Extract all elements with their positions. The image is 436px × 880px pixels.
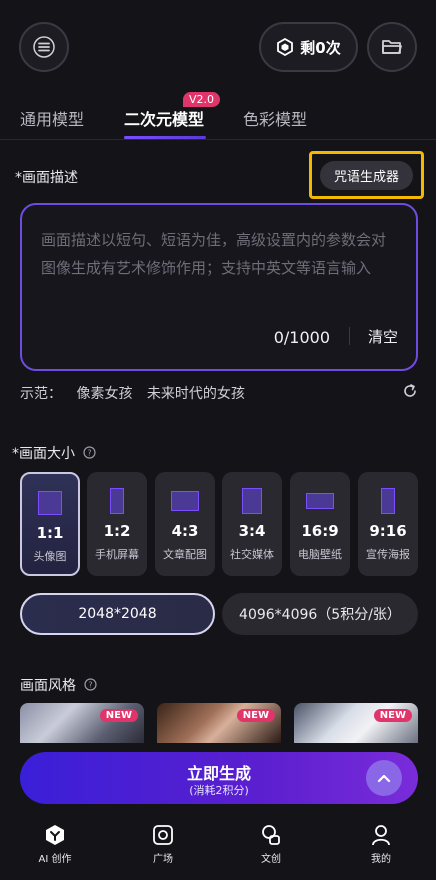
size-label: 电脑壁纸	[298, 548, 342, 561]
help-icon[interactable]: ?	[83, 446, 97, 459]
size-ratio: 9:16	[369, 522, 407, 540]
size-option-4-3[interactable]: 4:3 文章配图	[155, 472, 215, 576]
resolution-2048-button[interactable]: 2048*2048	[20, 593, 215, 635]
top-bar: 剩0次	[0, 0, 436, 92]
example-chip[interactable]: 未来时代的女孩	[147, 386, 245, 402]
ratio-preview-icon	[171, 486, 199, 516]
bottom-nav: AI 创作 广场 文创 我的	[0, 814, 436, 880]
menu-icon	[33, 36, 55, 58]
character-counter: 0/1000	[273, 328, 330, 347]
style-title-label: 画面风格	[20, 678, 76, 694]
nav-label: 广场	[153, 854, 173, 865]
creative-icon	[262, 825, 280, 845]
nav-item-creative[interactable]: 文创	[236, 824, 306, 865]
chevron-up-icon	[377, 774, 391, 783]
profile-icon	[372, 825, 390, 846]
new-badge: NEW	[236, 709, 275, 722]
prompt-section-title: *画面描述	[15, 170, 78, 186]
prompt-placeholder: 画面描述以短句、短语为佳，高级设置内的参数会对图像生成有艺术修饰作用；支持中英文…	[41, 231, 387, 277]
size-option-16-9[interactable]: 16:9 电脑壁纸	[290, 472, 350, 576]
size-option-1-1[interactable]: 1:1 头像图	[20, 472, 80, 576]
help-icon[interactable]: ?	[84, 678, 98, 691]
new-badge: NEW	[99, 709, 138, 722]
nav-item-ai-create[interactable]: AI 创作	[20, 824, 90, 865]
ai-create-icon	[46, 825, 64, 845]
size-label: 社交媒体	[230, 548, 274, 561]
active-tab-indicator	[124, 136, 206, 139]
examples-label: 示范：	[20, 386, 62, 402]
square-icon	[153, 825, 173, 845]
credit-hexagon-icon	[277, 38, 294, 56]
svg-text:?: ?	[88, 449, 92, 458]
spell-generator-button[interactable]: 咒语生成器	[319, 160, 413, 190]
style-section-title: 画面风格 ?	[20, 675, 98, 695]
tab-anime-model[interactable]: 二次元模型	[124, 106, 204, 130]
style-thumb-3[interactable]: NEW	[294, 703, 418, 743]
version-badge: V2.0	[183, 92, 221, 107]
ratio-preview-icon	[242, 486, 262, 516]
svg-text:?: ?	[89, 681, 93, 690]
size-section-title: *画面大小 ?	[12, 443, 97, 463]
nav-item-square[interactable]: 广场	[128, 824, 198, 865]
folder-icon	[382, 40, 402, 54]
nav-label: AI 创作	[38, 854, 72, 865]
size-ratio: 16:9	[301, 522, 339, 540]
ratio-preview-icon	[38, 488, 62, 518]
size-label: 宣传海报	[366, 548, 410, 561]
generate-cost: (消耗2积分)	[189, 784, 249, 797]
size-option-3-4[interactable]: 3:4 社交媒体	[222, 472, 282, 576]
style-thumb-2[interactable]: NEW	[157, 703, 281, 743]
prompt-input[interactable]: 画面描述以短句、短语为佳，高级设置内的参数会对图像生成有艺术修饰作用；支持中英文…	[20, 203, 418, 371]
style-thumb-1[interactable]: NEW	[20, 703, 144, 743]
credits-button[interactable]: 剩0次	[259, 22, 358, 72]
folder-button[interactable]	[367, 22, 417, 72]
size-ratio: 1:1	[36, 524, 64, 542]
size-options: 1:1 头像图 1:2 手机屏幕 4:3 文章配图 3:4 社交媒体 16:9 …	[20, 472, 418, 576]
size-label: 手机屏幕	[95, 548, 139, 561]
size-option-1-2[interactable]: 1:2 手机屏幕	[87, 472, 147, 576]
nav-label: 文创	[261, 854, 281, 865]
menu-button[interactable]	[19, 22, 69, 72]
credits-label: 剩0次	[300, 38, 341, 57]
size-title-label: *画面大小	[12, 446, 75, 462]
ratio-preview-icon	[381, 486, 395, 516]
size-ratio: 1:2	[103, 522, 131, 540]
divider	[349, 327, 350, 345]
generate-title: 立即生成	[186, 764, 251, 783]
clear-button[interactable]: 清空	[368, 326, 398, 347]
size-option-9-16[interactable]: 9:16 宣传海报	[358, 472, 418, 576]
tab-general-model[interactable]: 通用模型	[20, 106, 84, 130]
ratio-preview-icon	[306, 486, 334, 516]
size-label: 头像图	[33, 550, 67, 563]
tab-color-model[interactable]: 色彩模型	[243, 106, 307, 130]
size-ratio: 3:4	[238, 522, 266, 540]
nav-label: 我的	[371, 854, 391, 865]
nav-item-profile[interactable]: 我的	[346, 824, 416, 865]
refresh-icon[interactable]	[402, 383, 418, 399]
spell-generator-highlight: 咒语生成器	[309, 151, 424, 199]
expand-settings-button[interactable]	[366, 760, 402, 796]
resolution-4096-button[interactable]: 4096*4096（5积分/张）	[222, 593, 418, 635]
style-thumbnails: NEW NEW NEW	[20, 703, 418, 743]
new-badge: NEW	[373, 709, 412, 722]
model-tabs: 通用模型 二次元模型 V2.0 色彩模型	[0, 92, 436, 140]
size-ratio: 4:3	[171, 522, 199, 540]
example-chip[interactable]: 像素女孩	[76, 386, 132, 402]
examples-row: 示范： 像素女孩 未来时代的女孩	[20, 383, 255, 403]
size-label: 文章配图	[163, 548, 207, 561]
generate-button[interactable]: 立即生成 (消耗2积分)	[20, 752, 418, 804]
ratio-preview-icon	[110, 486, 124, 516]
